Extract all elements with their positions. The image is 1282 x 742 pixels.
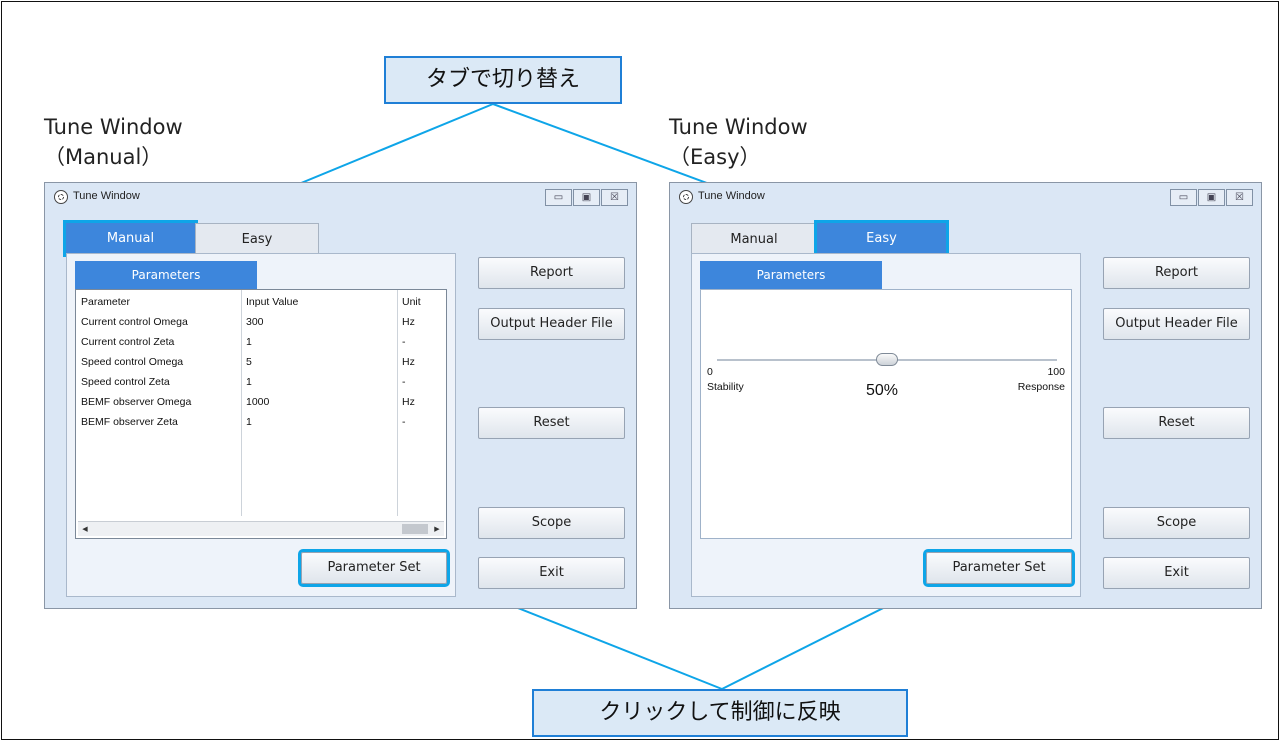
exit-button[interactable]: Exit xyxy=(478,557,625,589)
cell-unit: Hz xyxy=(402,316,415,328)
table-row[interactable]: Current control Zeta 1 - xyxy=(76,332,446,352)
app-icon xyxy=(54,190,68,204)
table-row[interactable]: Speed control Omega 5 Hz xyxy=(76,352,446,372)
app-icon xyxy=(679,190,693,204)
heading-easy-line2: （Easy） xyxy=(669,145,761,169)
reset-button[interactable]: Reset xyxy=(1103,407,1250,439)
cell-parameter: Current control Omega xyxy=(81,316,188,328)
subtab-parameters[interactable]: Parameters xyxy=(700,261,882,289)
response-label: Response xyxy=(1017,381,1065,393)
cell-parameter: Speed control Zeta xyxy=(81,376,170,388)
tab-manual[interactable]: Manual xyxy=(691,223,817,254)
scope-button[interactable]: Scope xyxy=(478,507,625,539)
reset-button[interactable]: Reset xyxy=(478,407,625,439)
tune-window-manual: Tune Window ▭ ▣ ☒ Manual Easy Parameters… xyxy=(44,182,637,609)
scroll-right-icon[interactable]: ▶ xyxy=(430,522,444,536)
subtab-parameters[interactable]: Parameters xyxy=(75,261,257,289)
parameter-set-button[interactable]: Parameter Set xyxy=(923,549,1075,587)
cell-parameter: BEMF observer Omega xyxy=(81,396,192,408)
cell-parameter: Speed control Omega xyxy=(81,356,184,368)
cell-input-value[interactable]: 1 xyxy=(246,372,252,392)
tab-easy[interactable]: Easy xyxy=(195,223,319,254)
window-controls: ▭ ▣ ☒ xyxy=(545,189,628,206)
tab-panel: Parameters 0 100 Stability Response 50% … xyxy=(691,253,1081,597)
report-button[interactable]: Report xyxy=(478,257,625,289)
callout-click-apply: クリックして制御に反映 xyxy=(532,689,908,737)
heading-manual-line1: Tune Window xyxy=(44,115,183,139)
cell-unit: - xyxy=(402,376,406,388)
header-input-value: Input Value xyxy=(246,296,299,308)
tab-manual[interactable]: Manual xyxy=(63,220,198,257)
header-parameter: Parameter xyxy=(81,296,131,308)
window-title: Tune Window xyxy=(73,190,140,202)
heading-easy-line1: Tune Window xyxy=(669,115,808,139)
minimize-button[interactable]: ▭ xyxy=(545,189,572,206)
title-bar[interactable]: Tune Window ▭ ▣ ☒ xyxy=(45,183,636,211)
slider-max-label: 100 xyxy=(1047,366,1065,378)
cell-unit: - xyxy=(402,336,406,348)
cell-input-value[interactable]: 1 xyxy=(246,412,252,432)
minimize-button[interactable]: ▭ xyxy=(1170,189,1197,206)
slider-min-label: 0 xyxy=(707,366,713,378)
table-row[interactable]: BEMF observer Zeta 1 - xyxy=(76,412,446,432)
output-header-file-button[interactable]: Output Header File xyxy=(1103,308,1250,340)
exit-button[interactable]: Exit xyxy=(1103,557,1250,589)
table-header: Parameter Input Value Unit xyxy=(76,292,446,312)
slider-value-label: 50% xyxy=(866,382,899,399)
cell-input-value[interactable]: 1000 xyxy=(246,392,269,412)
cell-input-value[interactable]: 5 xyxy=(246,352,252,372)
heading-easy: Tune Window （Easy） xyxy=(669,112,808,172)
table-row[interactable]: Current control Omega 300 Hz xyxy=(76,312,446,332)
maximize-button[interactable]: ▣ xyxy=(1198,189,1225,206)
cell-parameter: Current control Zeta xyxy=(81,336,175,348)
scope-button[interactable]: Scope xyxy=(1103,507,1250,539)
cell-input-value[interactable]: 300 xyxy=(246,312,264,332)
cell-parameter: BEMF observer Zeta xyxy=(81,416,178,428)
callout-tab-switch: タブで切り替え xyxy=(384,56,622,104)
cell-input-value[interactable]: 1 xyxy=(246,332,252,352)
cell-unit: Hz xyxy=(402,356,415,368)
header-unit: Unit xyxy=(402,296,421,308)
cell-unit: - xyxy=(402,416,406,428)
window-controls: ▭ ▣ ☒ xyxy=(1170,189,1253,206)
close-button[interactable]: ☒ xyxy=(1226,189,1253,206)
window-title: Tune Window xyxy=(698,190,765,202)
maximize-button[interactable]: ▣ xyxy=(573,189,600,206)
tab-easy[interactable]: Easy xyxy=(814,220,949,257)
horizontal-scrollbar[interactable]: ◀ ▶ xyxy=(78,521,444,536)
slider-thumb[interactable] xyxy=(876,353,898,366)
parameter-set-button[interactable]: Parameter Set xyxy=(298,549,450,587)
close-button[interactable]: ☒ xyxy=(601,189,628,206)
table-row[interactable]: Speed control Zeta 1 - xyxy=(76,372,446,392)
output-header-file-button[interactable]: Output Header File xyxy=(478,308,625,340)
tab-panel: Parameters Parameter Input Value Unit Cu… xyxy=(66,253,456,597)
heading-manual: Tune Window （Manual） xyxy=(44,112,183,172)
parameter-table: Parameter Input Value Unit Current contr… xyxy=(75,289,447,539)
tune-window-easy: Tune Window ▭ ▣ ☒ Manual Easy Parameters… xyxy=(669,182,1262,609)
table-row[interactable]: BEMF observer Omega 1000 Hz xyxy=(76,392,446,412)
report-button[interactable]: Report xyxy=(1103,257,1250,289)
scroll-left-icon[interactable]: ◀ xyxy=(78,522,92,536)
cell-unit: Hz xyxy=(402,396,415,408)
heading-manual-line2: （Manual） xyxy=(44,145,163,169)
title-bar[interactable]: Tune Window ▭ ▣ ☒ xyxy=(670,183,1261,211)
scroll-thumb[interactable] xyxy=(402,524,428,534)
slider-area: 0 100 Stability Response 50% xyxy=(700,289,1072,539)
stability-label: Stability xyxy=(707,381,744,393)
